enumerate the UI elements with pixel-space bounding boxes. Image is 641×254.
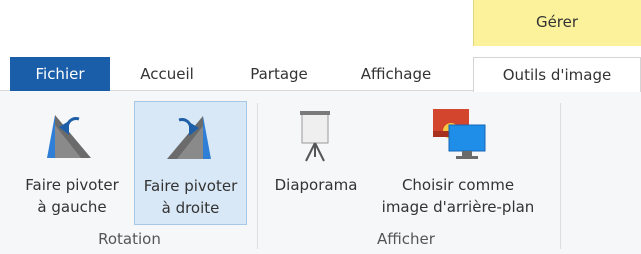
tab-home[interactable]: Accueil [124,57,210,91]
contextual-tab-label: Gérer [535,13,579,31]
tab-share[interactable]: Partage [234,57,324,91]
rotate-right-label: Faire pivoter à droite [143,177,238,217]
display-group-label: Afficher [377,230,435,248]
desktop-background-icon [433,109,486,159]
rotate-left-label: Faire pivoter à gauche [25,176,119,216]
set-background-button[interactable]: Choisir comme image d'arrière-plan [375,101,541,225]
projector-screen-icon [300,111,330,162]
group-divider [560,103,561,249]
slideshow-label: Diaporama [274,176,358,194]
rotate-left-icon [47,115,91,158]
tab-picture-tools[interactable]: Outils d'image [473,57,641,92]
rotate-right-icon [167,116,211,159]
tab-file[interactable]: Fichier [10,57,110,91]
group-divider [257,103,258,249]
slideshow-button[interactable]: Diaporama [262,101,370,225]
rotate-right-button[interactable]: Faire pivoter à droite [134,101,247,225]
ribbon-panel: Faire pivoter à gauche Faire pivoter à d… [0,91,641,254]
rotate-left-button[interactable]: Faire pivoter à gauche [12,101,132,225]
ribbon-tab-strip: Fichier Accueil Partage Affichage Outils… [0,57,641,92]
set-background-label: Choisir comme image d'arrière-plan [381,176,535,216]
tab-view[interactable]: Affichage [341,57,451,91]
rotation-group-label: Rotation [98,230,161,248]
